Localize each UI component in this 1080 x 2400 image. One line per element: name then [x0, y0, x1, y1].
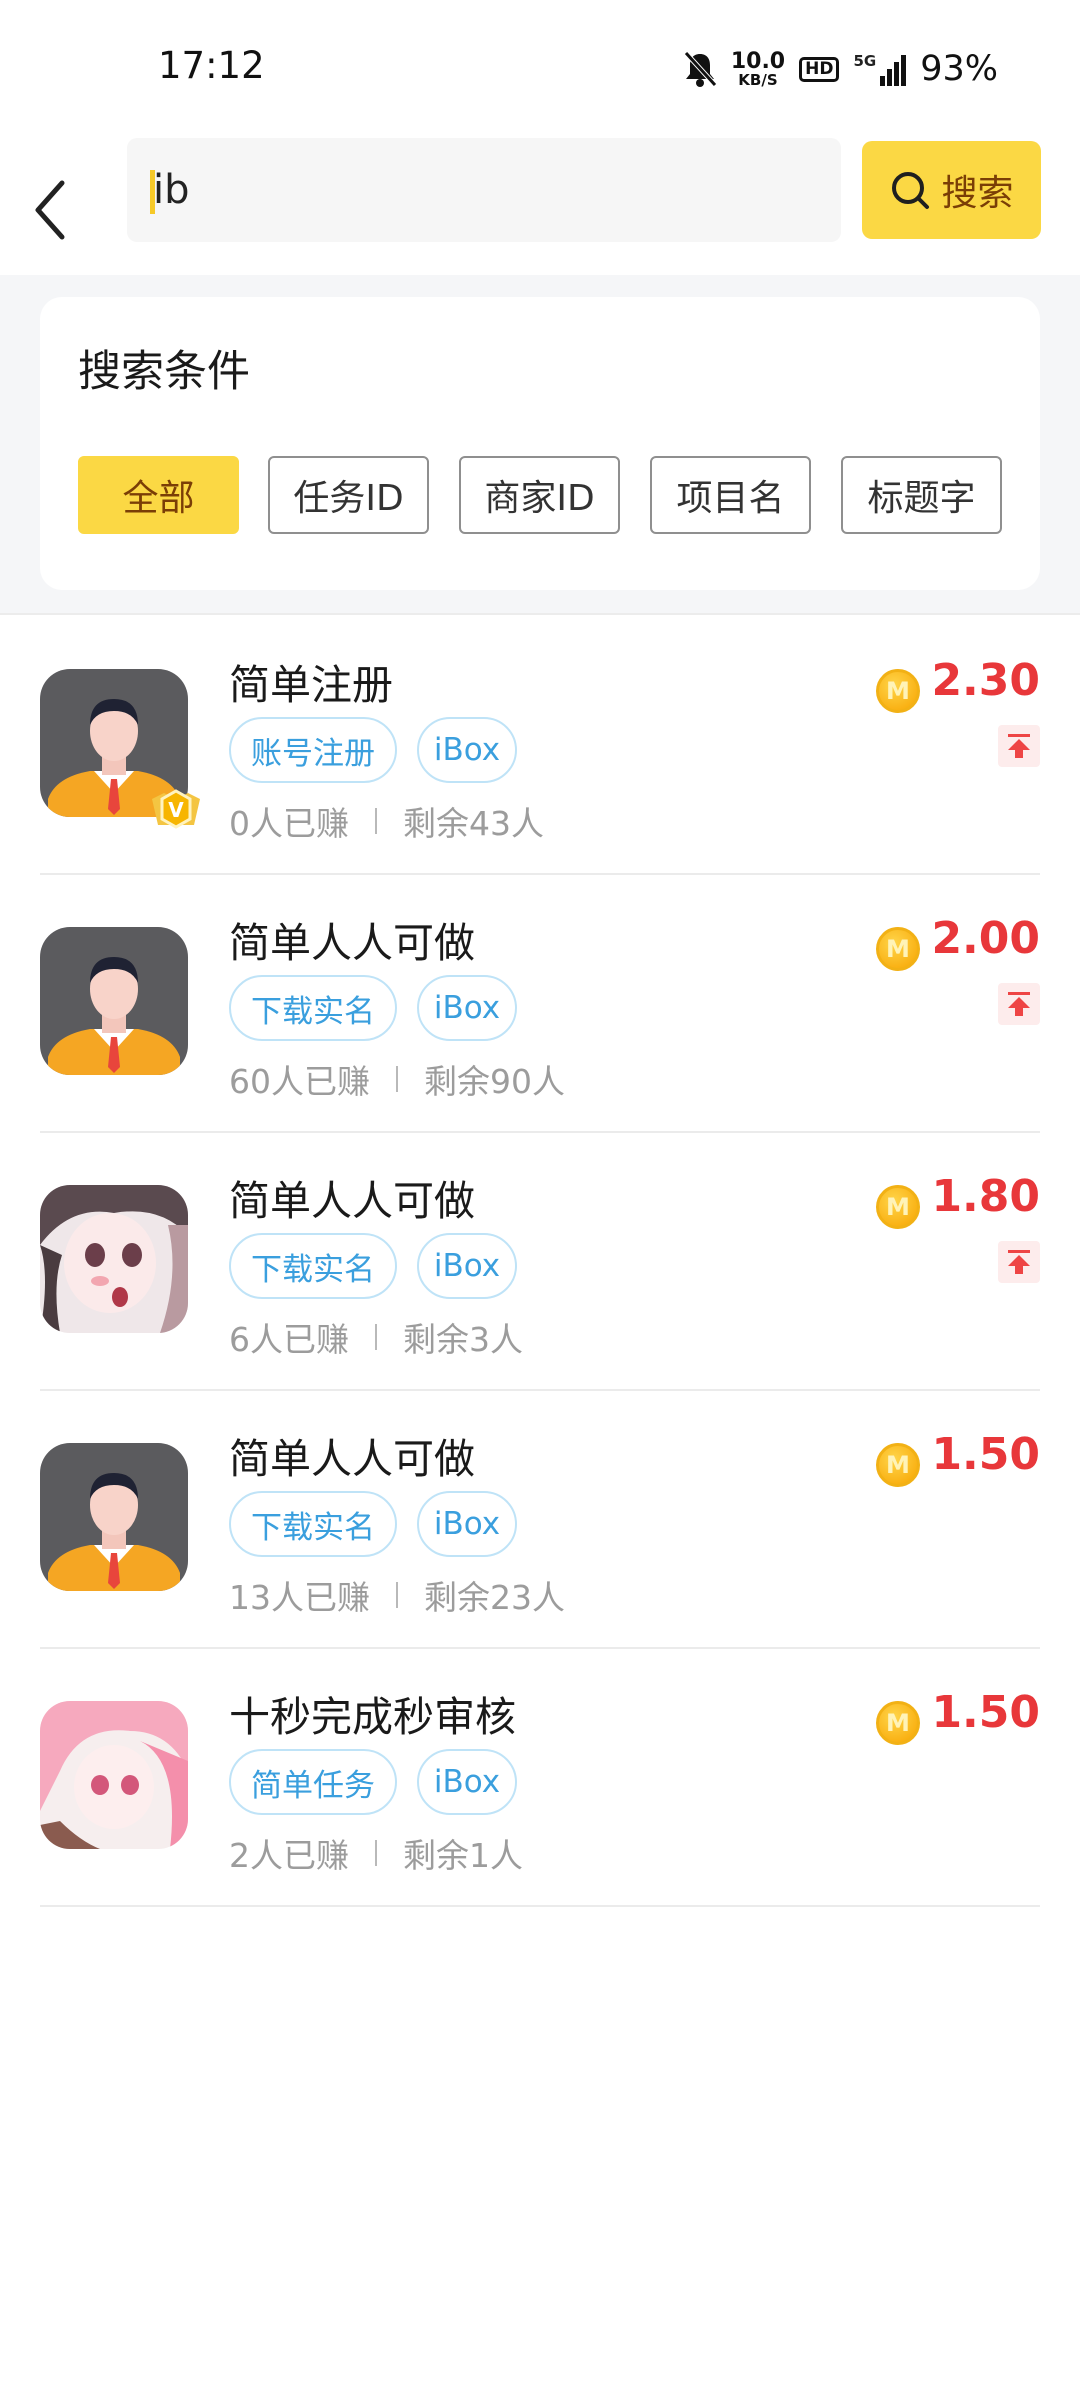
- task-avatar: [40, 1701, 188, 1849]
- task-stats: 6人已赚 剩余3人: [229, 1313, 523, 1361]
- task-row[interactable]: 简单人人可做下载实名 iBox 6人已赚 剩余3人 M 1.80: [0, 1133, 1080, 1391]
- task-title: 简单人人可做: [229, 1177, 475, 1225]
- task-row[interactable]: 简单人人可做下载实名 iBox 60人已赚 剩余90人 M 2.00: [0, 875, 1080, 1133]
- task-tag: iBox: [417, 975, 517, 1041]
- battery-level: 93%: [920, 49, 998, 89]
- task-reward: 2.00: [931, 913, 1040, 964]
- task-reward: 2.30: [931, 655, 1040, 706]
- coin-icon: M: [876, 1443, 920, 1487]
- task-avatar: [40, 1443, 188, 1591]
- task-remaining-count: 剩余43人: [403, 804, 544, 843]
- search-header: 搜索: [0, 130, 1080, 275]
- task-tag: 简单任务: [229, 1749, 397, 1815]
- task-stats: 0人已赚 剩余43人: [229, 797, 544, 845]
- task-row[interactable]: 简单人人可做下载实名 iBox 13人已赚 剩余23人 M 1.50: [0, 1391, 1080, 1649]
- task-row[interactable]: 十秒完成秒审核简单任务 iBox 2人已赚 剩余1人 M 1.50: [0, 1649, 1080, 1907]
- svg-text:V: V: [168, 798, 184, 822]
- pin-top-icon[interactable]: [998, 1241, 1040, 1283]
- task-remaining-count: 剩余1人: [403, 1836, 523, 1875]
- task-tag: iBox: [417, 1491, 517, 1557]
- task-tag: 下载实名: [229, 1491, 397, 1557]
- coin-icon: M: [876, 1185, 920, 1229]
- network-speed-unit: KB/S: [738, 70, 778, 89]
- filter-chip-all[interactable]: 全部: [78, 456, 239, 534]
- task-title: 简单注册: [229, 661, 393, 709]
- task-tag: iBox: [417, 1749, 517, 1815]
- task-reward: 1.80: [931, 1171, 1040, 1222]
- search-button[interactable]: 搜索: [862, 141, 1041, 239]
- task-reward: 1.50: [931, 1687, 1040, 1738]
- task-stats: 13人已赚 剩余23人: [229, 1571, 565, 1619]
- coin-icon: M: [876, 669, 920, 713]
- coin-icon: M: [876, 1701, 920, 1745]
- task-tag: 账号注册: [229, 717, 397, 783]
- task-earned-count: 0人已赚: [229, 804, 349, 843]
- task-earned-count: 60人已赚: [229, 1062, 370, 1101]
- status-icons: 10.0 KB/S HD 5G 93%: [683, 44, 998, 94]
- stats-divider: [375, 1840, 377, 1866]
- task-title: 简单人人可做: [229, 1435, 475, 1483]
- filter-chip-title-keyword[interactable]: 标题字: [841, 456, 1002, 534]
- back-arrow-icon: [35, 180, 65, 240]
- filter-title: 搜索条件: [78, 347, 250, 397]
- filter-section: 搜索条件 全部 任务ID 商家ID 项目名 标题字: [0, 275, 1080, 615]
- vip-badge-icon: V: [148, 785, 204, 837]
- task-remaining-count: 剩余23人: [424, 1578, 565, 1617]
- search-input[interactable]: [153, 138, 813, 242]
- pin-top-icon[interactable]: [998, 725, 1040, 767]
- filter-chip-merchant-id[interactable]: 商家ID: [459, 456, 620, 534]
- task-tag: iBox: [417, 717, 517, 783]
- task-title: 简单人人可做: [229, 919, 475, 967]
- task-remaining-count: 剩余3人: [403, 1320, 523, 1359]
- search-box[interactable]: [127, 138, 841, 242]
- back-button[interactable]: [26, 150, 106, 250]
- network-speed-value: 10.0: [730, 48, 786, 74]
- task-tag: 下载实名: [229, 975, 397, 1041]
- hd-icon: HD: [799, 56, 840, 82]
- network-type: 5G: [853, 52, 877, 70]
- bell-muted-icon: [683, 50, 717, 88]
- task-earned-count: 6人已赚: [229, 1320, 349, 1359]
- task-tag: 下载实名: [229, 1233, 397, 1299]
- coin-icon: M: [876, 927, 920, 971]
- task-earned-count: 13人已赚: [229, 1578, 370, 1617]
- task-title: 十秒完成秒审核: [229, 1693, 516, 1741]
- task-reward: 1.50: [931, 1429, 1040, 1480]
- filter-chip-task-id[interactable]: 任务ID: [268, 456, 429, 534]
- stats-divider: [375, 1324, 377, 1350]
- task-stats: 2人已赚 剩余1人: [229, 1829, 523, 1877]
- filter-chip-project-name[interactable]: 项目名: [650, 456, 811, 534]
- task-remaining-count: 剩余90人: [424, 1062, 565, 1101]
- status-bar: 17:12 10.0 KB/S HD 5G 93%: [0, 0, 1080, 130]
- status-time: 17:12: [158, 44, 265, 87]
- row-divider: [40, 1905, 1040, 1907]
- task-stats: 60人已赚 剩余90人: [229, 1055, 565, 1103]
- stats-divider: [375, 808, 377, 834]
- stats-divider: [396, 1582, 398, 1608]
- search-button-label: 搜索: [941, 173, 1014, 214]
- task-earned-count: 2人已赚: [229, 1836, 349, 1875]
- task-tag: iBox: [417, 1233, 517, 1299]
- task-avatar: [40, 927, 188, 1075]
- task-avatar: [40, 1185, 188, 1333]
- pin-top-icon[interactable]: [998, 983, 1040, 1025]
- signal-icon: 5G: [853, 52, 907, 86]
- task-row[interactable]: V 简单注册账号注册 iBox 0人已赚 剩余43人 M 2.30: [0, 617, 1080, 875]
- stats-divider: [396, 1066, 398, 1092]
- search-icon: [892, 172, 930, 209]
- filter-card: 搜索条件 全部 任务ID 商家ID 项目名 标题字: [40, 297, 1040, 590]
- network-speed: 10.0 KB/S: [730, 48, 786, 89]
